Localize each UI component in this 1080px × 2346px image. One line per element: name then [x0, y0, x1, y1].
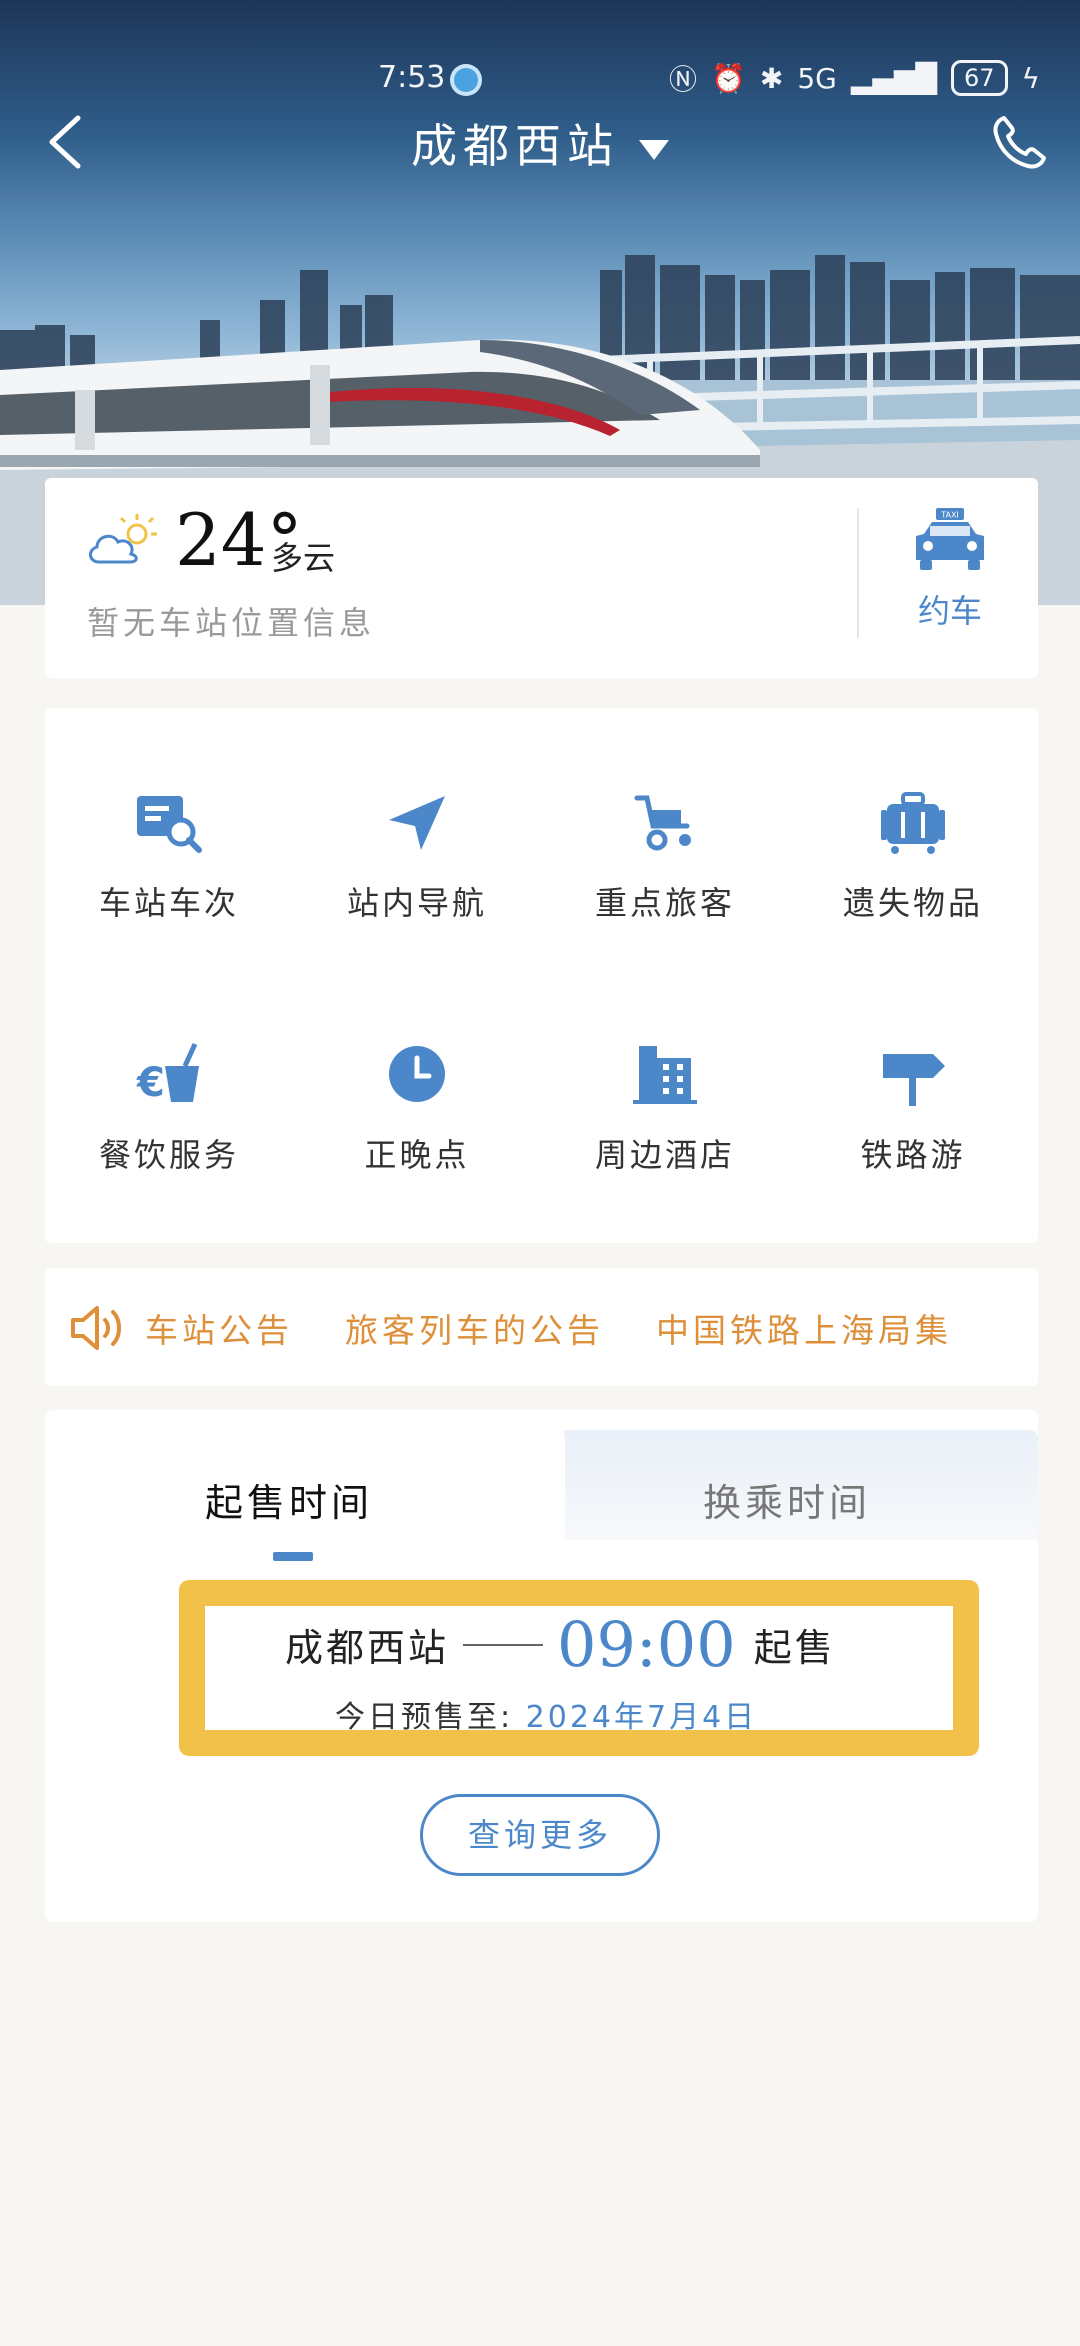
clock-icon — [389, 1046, 445, 1102]
announcement-title: 车站公告 — [145, 1311, 293, 1350]
drink-cup-icon: € — [136, 1042, 199, 1106]
status-bar: 7:53 Ⓝ ⏰ ✱ 5G ▂▄▆█ 67 ϟ — [0, 56, 1080, 106]
service-label: 正晚点 — [364, 1136, 470, 1174]
service-key-passengers[interactable]: 重点旅客 — [541, 786, 789, 924]
service-railway-travel[interactable]: 铁路游 — [789, 1038, 1037, 1176]
sale-suffix: 起售 — [753, 1626, 836, 1670]
sale-station: 成都西站 — [285, 1626, 450, 1670]
svg-text:€: € — [136, 1060, 165, 1106]
bluetooth-icon: ✱ — [759, 61, 784, 95]
service-label: 遗失物品 — [842, 884, 983, 922]
announcement-item[interactable]: 旅客列车的公告 — [345, 1311, 604, 1350]
luggage-icon — [881, 792, 945, 854]
service-catering[interactable]: € 餐饮服务 — [45, 1038, 293, 1176]
station-location-info: 暂无车站位置信息 — [87, 604, 376, 642]
service-nearby-hotels[interactable]: 周边酒店 — [541, 1038, 789, 1176]
service-station-trains[interactable]: 车站车次 — [45, 786, 293, 924]
announcement-bar[interactable]: 车站公告 旅客列车的公告 中国铁路上海局集 — [45, 1268, 1038, 1386]
services-grid: 车站车次 站内导航 重点旅客 遗失物品 € 餐饮服务 正晚点 周边酒店 铁路游 — [45, 708, 1038, 1243]
station-name: 成都西站 — [411, 119, 619, 173]
app-indicator-icon — [450, 64, 482, 96]
taxi-button[interactable]: TAXI — [905, 506, 995, 580]
station-selector[interactable]: 成都西站 — [0, 110, 1080, 176]
presale-line: 今日预售至: 2024年7月4日 — [335, 1692, 757, 1736]
service-label: 餐饮服务 — [98, 1136, 239, 1174]
dash-separator — [463, 1643, 544, 1646]
alarm-icon: ⏰ — [710, 61, 746, 95]
query-more-button[interactable]: 查询更多 — [420, 1794, 660, 1876]
weather-condition: 多云 — [271, 539, 336, 577]
taxi-label[interactable]: 约车 — [905, 586, 995, 632]
dropdown-caret-icon — [639, 139, 669, 160]
service-station-navigation[interactable]: 站内导航 — [293, 786, 541, 924]
signpost-icon — [883, 1054, 945, 1106]
announcement-item[interactable]: 中国铁路上海局集 — [656, 1311, 952, 1350]
sale-time-line: 成都西站 09:00 起售 — [285, 1608, 885, 1681]
announcement-ticker: 车站公告 旅客列车的公告 中国铁路上海局集 — [145, 1304, 1004, 1352]
service-label: 重点旅客 — [594, 884, 735, 922]
wheelchair-icon — [634, 795, 691, 851]
service-lost-items[interactable]: 遗失物品 — [789, 786, 1037, 924]
service-label: 车站车次 — [98, 884, 239, 922]
tab-transfer-time[interactable]: 换乘时间 — [703, 1472, 871, 1527]
presale-label: 今日预售至: — [335, 1700, 514, 1735]
sale-time-card: 起售时间 换乘时间 成都西站 09:00 起售 今日预售至: 2024年7月4日… — [45, 1410, 1038, 1922]
active-tab-indicator — [273, 1552, 313, 1561]
signal-icon: ▂▄▆█ — [850, 61, 937, 95]
speaker-icon — [71, 1306, 121, 1350]
network-label: 5G — [797, 61, 837, 95]
phone-icon[interactable] — [986, 112, 1050, 176]
partly-cloudy-icon — [89, 514, 157, 564]
sale-start-time: 09:00 — [557, 1608, 736, 1681]
taxi-icon: TAXI — [916, 508, 984, 570]
battery-level: 67 — [950, 60, 1008, 96]
status-icons: Ⓝ ⏰ ✱ 5G ▂▄▆█ 67 ϟ — [669, 58, 1040, 98]
presale-date: 2024年7月4日 — [525, 1700, 758, 1735]
nfc-icon: Ⓝ — [668, 63, 697, 96]
service-label: 站内导航 — [346, 884, 487, 922]
navigation-arrow-icon — [389, 796, 445, 850]
service-label: 周边酒店 — [594, 1136, 735, 1174]
hotel-building-icon — [633, 1046, 697, 1104]
status-time: 7:53 — [378, 60, 446, 95]
weather-card: 24° 多云 暂无车站位置信息 TAXI 约车 — [45, 478, 1038, 678]
service-on-time-status[interactable]: 正晚点 — [293, 1038, 541, 1176]
tab-sale-time[interactable]: 起售时间 — [205, 1472, 373, 1527]
schedule-search-icon — [137, 796, 202, 853]
divider — [857, 508, 859, 638]
service-label: 铁路游 — [860, 1136, 966, 1174]
charging-icon: ϟ — [1021, 61, 1040, 95]
taxi-sign-text: TAXI — [940, 511, 959, 520]
